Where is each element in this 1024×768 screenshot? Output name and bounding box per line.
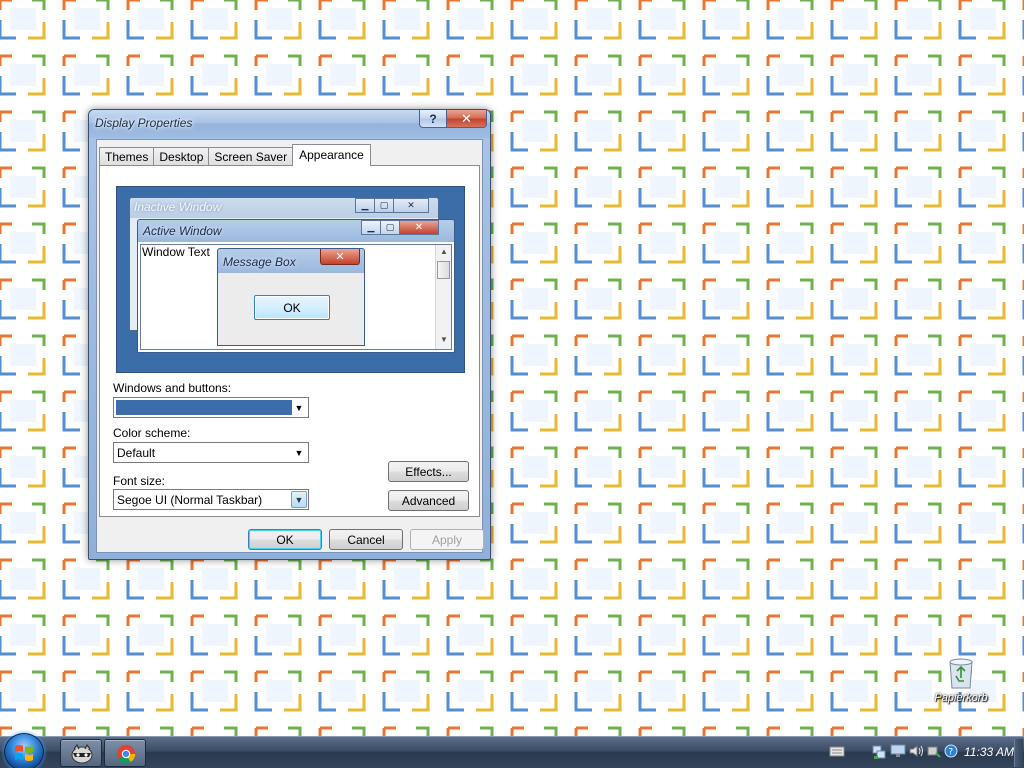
color-scheme-select[interactable]: Default ▼ bbox=[113, 442, 309, 463]
color-scheme-label: Color scheme: bbox=[113, 426, 191, 440]
safely-remove-icon[interactable] bbox=[926, 744, 942, 761]
tab-appearance[interactable]: Appearance bbox=[292, 144, 371, 166]
ok-button[interactable]: OK bbox=[248, 529, 322, 550]
tab-strip: Themes Desktop Screen Saver Appearance bbox=[99, 144, 371, 166]
windows-and-buttons-select[interactable]: ▼ bbox=[113, 397, 309, 418]
windows-logo-icon bbox=[15, 745, 33, 761]
chevron-down-icon: ▼ bbox=[294, 447, 304, 458]
chevron-down-icon: ▼ bbox=[294, 402, 304, 413]
preview-message-body: OK bbox=[220, 274, 362, 344]
taskbar-clock[interactable]: 11:33 AM bbox=[964, 745, 1014, 759]
scroll-down-icon: ▼ bbox=[440, 335, 448, 344]
recycle-bin[interactable]: Papierkorb bbox=[930, 656, 992, 712]
minimize-icon: ▁ bbox=[355, 198, 375, 213]
tab-screen-saver[interactable]: Screen Saver bbox=[208, 147, 294, 166]
tab-themes[interactable]: Themes bbox=[99, 147, 155, 166]
close-icon: ✕ bbox=[399, 220, 439, 235]
close-icon: ✕ bbox=[320, 249, 360, 265]
apply-button[interactable]: Apply bbox=[410, 529, 484, 550]
help-circle-icon[interactable]: ? bbox=[944, 744, 958, 761]
preview-active-title: Active Window bbox=[143, 224, 222, 238]
preview-message-title: Message Box bbox=[223, 255, 296, 269]
appearance-panel: Inactive Window ▁ ▢ ✕ Active Window ▁ ▢ … bbox=[99, 165, 480, 517]
cancel-button[interactable]: Cancel bbox=[329, 529, 403, 550]
volume-icon[interactable] bbox=[908, 744, 924, 761]
maximize-icon: ▢ bbox=[374, 198, 394, 213]
help-button[interactable]: ? bbox=[419, 110, 447, 128]
appearance-preview: Inactive Window ▁ ▢ ✕ Active Window ▁ ▢ … bbox=[116, 186, 465, 373]
preview-window-text: Window Text bbox=[142, 245, 210, 259]
advanced-button[interactable]: Advanced bbox=[388, 490, 469, 511]
preview-inactive-title: Inactive Window bbox=[134, 200, 222, 214]
preview-inactive-caption-buttons: ▁ ▢ ✕ bbox=[355, 198, 429, 213]
show-desktop-button[interactable] bbox=[1014, 739, 1023, 767]
dialog-title: Display Properties bbox=[95, 116, 193, 130]
preview-message-box: Message Box ✕ OK bbox=[217, 248, 365, 346]
effects-button[interactable]: Effects... bbox=[388, 461, 469, 482]
raccoon-app-icon bbox=[71, 743, 93, 764]
help-icon: ? bbox=[429, 111, 437, 126]
maximize-icon: ▢ bbox=[380, 220, 400, 235]
font-size-label: Font size: bbox=[113, 474, 166, 488]
close-icon: ✕ bbox=[461, 110, 472, 126]
taskbar-app-chrome[interactable] bbox=[104, 739, 146, 767]
minimize-icon: ▁ bbox=[361, 220, 381, 235]
color-scheme-value: Default bbox=[117, 446, 156, 460]
windows-and-buttons-label: Windows and buttons: bbox=[113, 381, 232, 395]
keyboard-icon[interactable] bbox=[829, 744, 845, 761]
svg-text:?: ? bbox=[948, 748, 953, 758]
dialog-titlebar[interactable]: Display Properties ? ✕ bbox=[89, 110, 490, 138]
tab-desktop[interactable]: Desktop bbox=[153, 147, 210, 166]
start-button[interactable] bbox=[4, 733, 44, 768]
windows-color-swatch bbox=[116, 400, 292, 415]
taskbar-app-raccoon[interactable] bbox=[60, 739, 102, 767]
font-size-value: Segoe UI (Normal Taskbar) bbox=[117, 493, 263, 507]
monitor-icon[interactable] bbox=[890, 744, 906, 761]
chevron-down-icon: ▼ bbox=[291, 491, 307, 508]
network-icon[interactable] bbox=[872, 744, 886, 763]
close-button[interactable]: ✕ bbox=[446, 110, 487, 128]
taskbar: ? 11:33 AM bbox=[0, 733, 1024, 768]
preview-ok-button: OK bbox=[254, 295, 330, 320]
preview-active-caption-buttons: ▁ ▢ ✕ bbox=[361, 220, 439, 235]
scroll-thumb bbox=[437, 261, 450, 279]
recycle-bin-icon bbox=[949, 658, 973, 689]
preview-scrollbar: ▲ ▼ bbox=[435, 245, 451, 349]
close-icon: ✕ bbox=[393, 198, 429, 213]
scroll-up-icon: ▲ bbox=[440, 247, 448, 256]
recycle-bin-label: Papierkorb bbox=[934, 692, 988, 704]
font-size-select[interactable]: Segoe UI (Normal Taskbar) ▼ bbox=[113, 489, 309, 510]
display-properties-dialog: Display Properties ? ✕ Themes Desktop Sc… bbox=[88, 109, 491, 560]
dialog-client: Themes Desktop Screen Saver Appearance I… bbox=[96, 139, 484, 553]
chrome-icon bbox=[116, 744, 136, 764]
